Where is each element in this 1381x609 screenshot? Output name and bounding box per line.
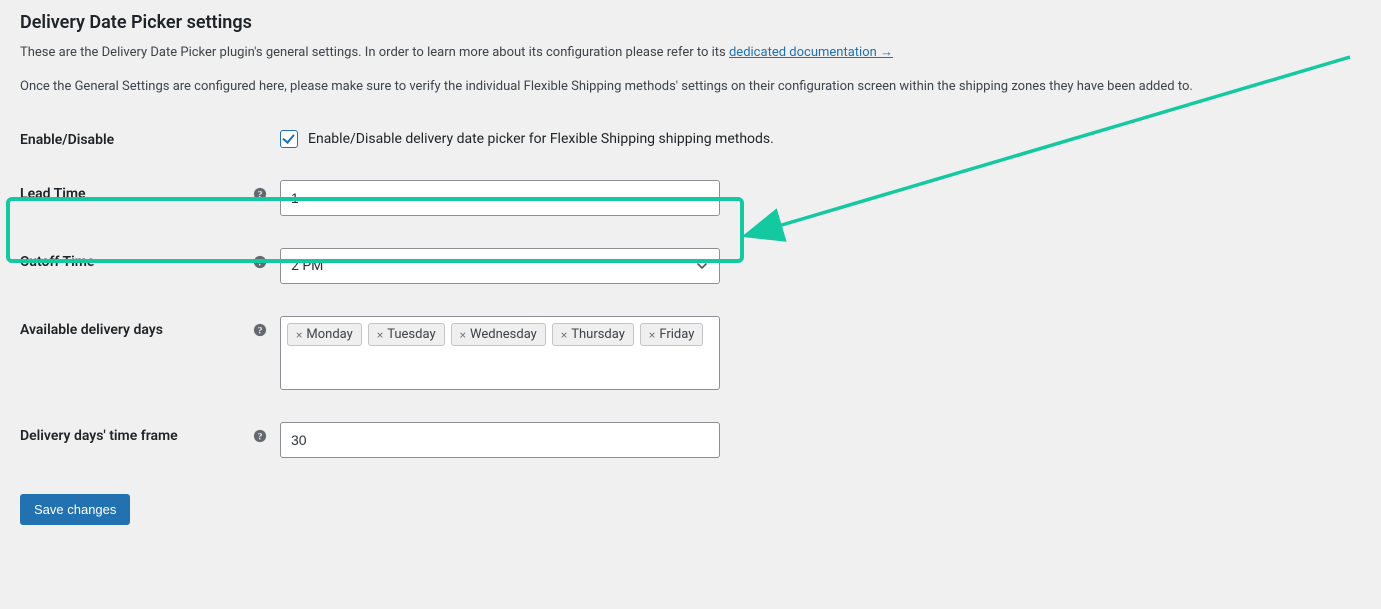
svg-text:?: ? (258, 432, 263, 443)
day-tag-label: Monday (306, 327, 352, 342)
day-tag-label: Friday (659, 327, 694, 342)
remove-tag-icon[interactable]: × (296, 329, 302, 341)
row-available-days: Available delivery days ? × Monday× Tues… (20, 300, 1361, 406)
save-button[interactable]: Save changes (20, 494, 130, 525)
documentation-link[interactable]: dedicated documentation → (729, 45, 893, 60)
svg-text:?: ? (258, 258, 263, 269)
time-frame-input[interactable] (280, 422, 720, 458)
help-icon[interactable]: ? (252, 428, 268, 444)
remove-tag-icon[interactable]: × (561, 329, 567, 341)
day-tag-label: Wednesday (470, 327, 537, 342)
intro-paragraph-2: Once the General Settings are configured… (20, 77, 1361, 97)
row-cutoff: Cutoff Time ? 2 PM (20, 232, 1361, 300)
day-tag[interactable]: × Thursday (552, 323, 634, 346)
label-enable: Enable/Disable (20, 132, 280, 148)
label-cutoff: Cutoff Time (20, 254, 252, 270)
enable-checkbox[interactable] (280, 130, 298, 148)
remove-tag-icon[interactable]: × (649, 329, 655, 341)
cutoff-value: 2 PM (291, 258, 323, 274)
day-tag[interactable]: × Tuesday (368, 323, 445, 346)
enable-checkbox-label: Enable/Disable delivery date picker for … (308, 131, 774, 147)
svg-text:?: ? (258, 190, 263, 201)
help-icon[interactable]: ? (252, 254, 268, 270)
label-time-frame: Delivery days' time frame (20, 428, 252, 444)
day-tag-label: Thursday (571, 327, 625, 342)
help-icon[interactable]: ? (252, 322, 268, 338)
day-tag[interactable]: × Friday (640, 323, 703, 346)
lead-time-input[interactable] (280, 180, 720, 216)
remove-tag-icon[interactable]: × (460, 329, 466, 341)
row-enable: Enable/Disable Enable/Disable delivery d… (20, 110, 1361, 164)
help-icon[interactable]: ? (252, 186, 268, 202)
day-tag-label: Tuesday (387, 327, 435, 342)
page-title: Delivery Date Picker settings (20, 12, 1361, 33)
label-lead-time: Lead Time (20, 186, 252, 202)
day-tag[interactable]: × Wednesday (451, 323, 546, 346)
remove-tag-icon[interactable]: × (377, 329, 383, 341)
cutoff-select[interactable]: 2 PM (280, 248, 720, 284)
intro-paragraph-1: These are the Delivery Date Picker plugi… (20, 43, 1361, 63)
row-time-frame: Delivery days' time frame ? (20, 406, 1361, 474)
available-days-multiselect[interactable]: × Monday× Tuesday× Wednesday× Thursday× … (280, 316, 720, 390)
intro-text: These are the Delivery Date Picker plugi… (20, 45, 729, 60)
svg-text:?: ? (258, 326, 263, 337)
label-available-days: Available delivery days (20, 322, 252, 338)
chevron-down-icon (695, 259, 709, 273)
day-tag[interactable]: × Monday (287, 323, 362, 346)
row-lead-time: Lead Time ? (20, 164, 1361, 232)
